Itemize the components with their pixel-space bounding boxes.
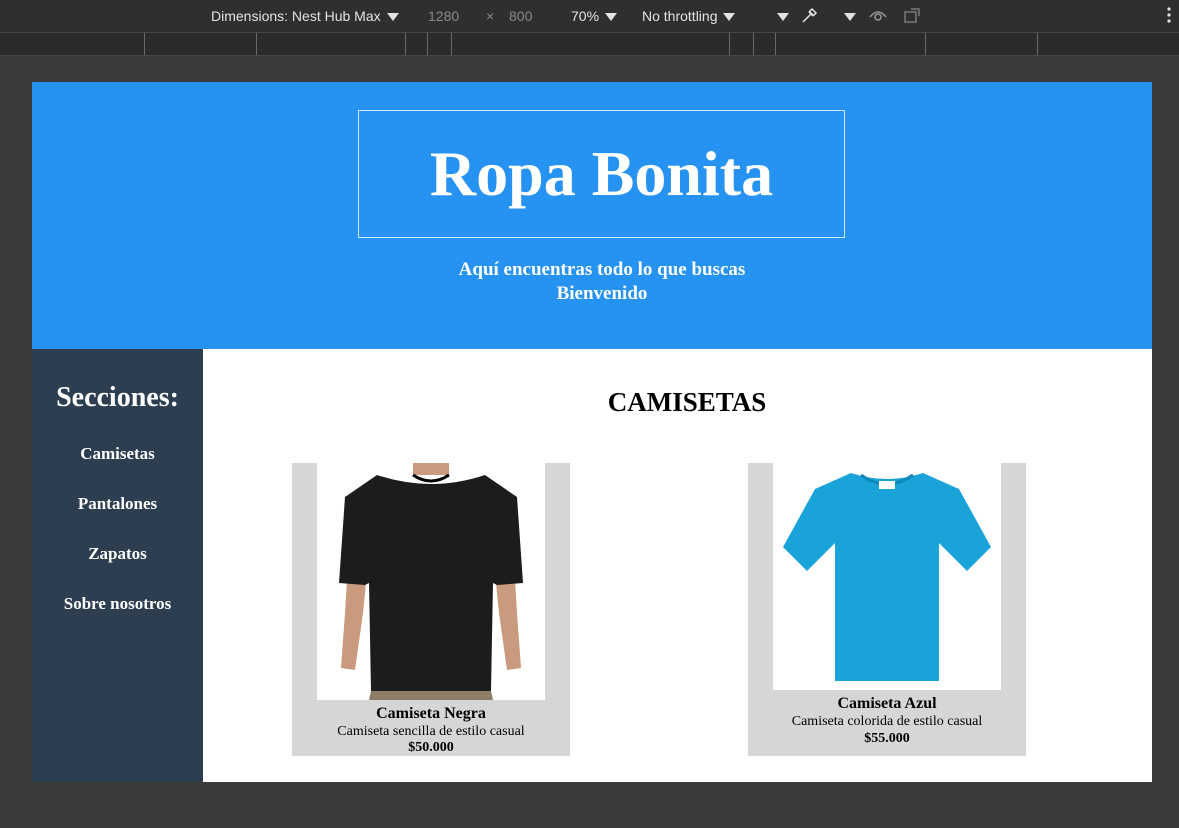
product-card-azul[interactable]: Camiseta Azul Camiseta colorida de estil… (748, 463, 1026, 756)
sidebar-item-sobre-nosotros[interactable]: Sobre nosotros (32, 594, 203, 614)
site-header: Ropa Bonita Aquí encuentras todo lo que … (32, 82, 1152, 349)
ruler-tick (405, 33, 406, 55)
ruler-tick (1037, 33, 1038, 55)
welcome-text: Bienvenido (556, 283, 648, 304)
sensors-dropdown[interactable] (844, 7, 856, 25)
chevron-down-icon (844, 13, 856, 22)
sidebar-item-pantalones[interactable]: Pantalones (32, 494, 203, 514)
ruler-tick (729, 33, 730, 55)
product-image[interactable] (773, 463, 1001, 690)
product-price: $50.000 (408, 740, 454, 755)
viewport-width-input[interactable]: 1280 (428, 7, 459, 25)
throttling-label: No throttling (642, 8, 718, 24)
product-description: Camiseta colorida de estilo casual (791, 714, 983, 729)
chevron-down-icon (386, 13, 399, 22)
site-title: Ropa Bonita (429, 138, 774, 209)
site-subtitle: Aquí encuentras todo lo que buscas Bienv… (32, 258, 1152, 306)
device-dimensions-label: Dimensions: Nest Hub Max (211, 8, 381, 24)
tagline: Aquí encuentras todo lo que buscas (458, 259, 746, 280)
site-title-box: Ropa Bonita (358, 110, 845, 238)
eye-icon[interactable] (868, 6, 888, 24)
product-card-negra[interactable]: Camiseta Negra Camiseta sencilla de esti… (292, 463, 570, 756)
ruler-tick (753, 33, 754, 55)
dimension-separator: × (486, 8, 495, 24)
sidebar-item-camisetas[interactable]: Camisetas (32, 444, 203, 464)
product-name: Camiseta Azul (837, 695, 937, 712)
zoom-select[interactable]: 70% (571, 7, 618, 25)
chevron-down-icon (777, 13, 789, 22)
sidebar-title: Secciones: (56, 382, 179, 413)
devtools-device-toolbar: Dimensions: Nest Hub Max 1280 × 800 70% … (0, 0, 1179, 32)
ruler-tick (775, 33, 776, 55)
emulated-viewport: Ropa Bonita Aquí encuentras todo lo que … (32, 82, 1152, 782)
ruler-tick (451, 33, 452, 55)
media-query-ruler (0, 32, 1179, 56)
section-title: CAMISETAS (607, 387, 767, 417)
chevron-down-icon (723, 13, 736, 22)
eyedropper-icon[interactable] (800, 5, 820, 23)
ruler-tick (925, 33, 926, 55)
ruler-tick (256, 33, 257, 55)
viewport-height-input[interactable]: 800 (509, 7, 532, 25)
sidebar-item-zapatos[interactable]: Zapatos (32, 544, 203, 564)
ruler-tick (427, 33, 428, 55)
throttling-select[interactable]: No throttling (642, 7, 736, 25)
sidebar: Secciones: Camisetas Pantalones Zapatos … (32, 349, 203, 782)
zoom-label: 70% (571, 8, 600, 24)
chevron-down-icon (605, 13, 618, 22)
product-price: $55.000 (864, 731, 910, 746)
more-options-dropdown[interactable] (777, 7, 789, 25)
device-dimensions-select[interactable]: Dimensions: Nest Hub Max (211, 7, 399, 25)
product-description: Camiseta sencilla de estilo casual (337, 724, 525, 739)
product-image[interactable] (317, 463, 545, 700)
product-name: Camiseta Negra (376, 705, 486, 722)
rotate-icon[interactable] (903, 6, 923, 24)
kebab-menu-icon[interactable] (1166, 5, 1172, 23)
ruler-tick (144, 33, 145, 55)
